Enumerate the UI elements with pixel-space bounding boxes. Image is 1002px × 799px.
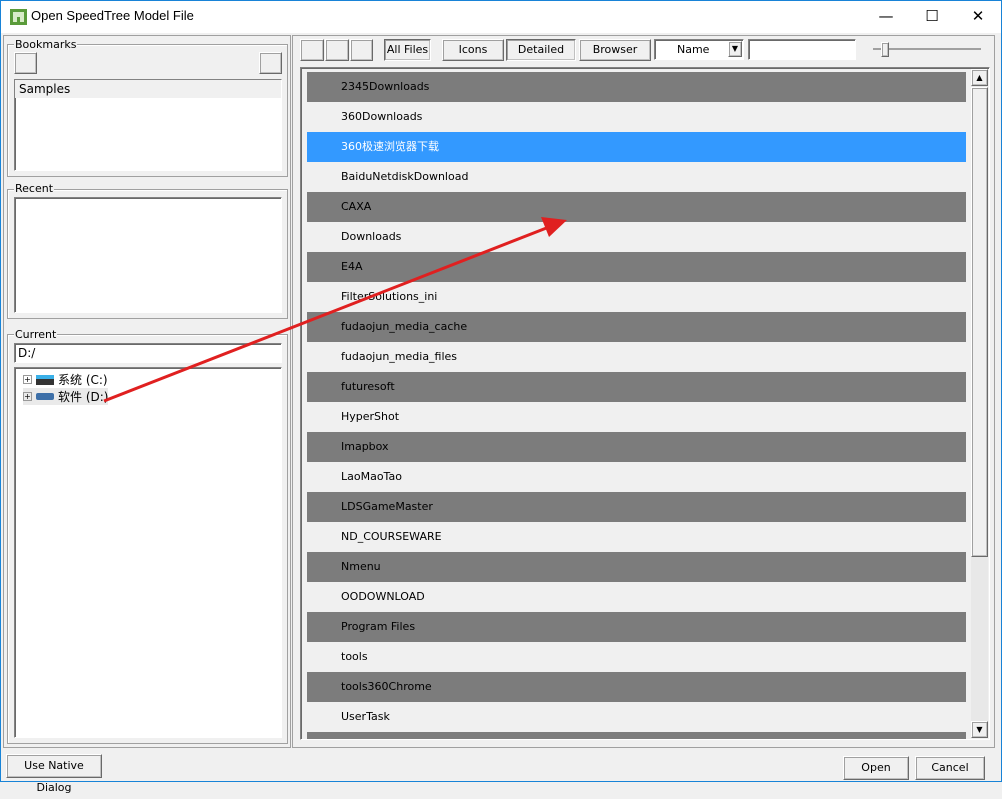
use-native-dialog-button[interactable]: Use Native Dialog [6, 754, 102, 794]
open-button[interactable]: Open [843, 756, 909, 780]
annotation-arrow [103, 217, 567, 403]
cancel-button[interactable]: Cancel [915, 756, 985, 780]
